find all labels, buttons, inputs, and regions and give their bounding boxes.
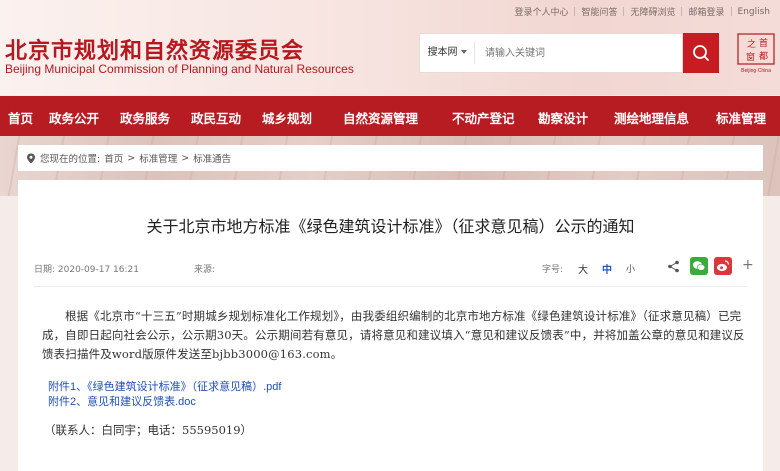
search-button[interactable] [683,33,719,73]
top-links: 登录个人中心 智能问答 无障碍浏览 邮箱登录 English [508,5,777,19]
breadcrumb-item-home[interactable]: 首页 [104,151,123,165]
nav-item-survey-design[interactable]: 勘察设计 [538,108,588,127]
svg-text:都: 都 [759,51,768,62]
search-input[interactable] [475,34,682,72]
main-nav: 首页 政务公开 政务服务 政民互动 城乡规划 自然资源管理 不动产登记 勘察设计… [0,96,780,136]
nav-item-urban-planning[interactable]: 城乡规划 [262,108,312,127]
article-title: 关于北京市地方标准《绿色建筑设计标准》（征求意见稿）公示的通知 [146,217,635,236]
top-link-login[interactable]: 登录个人中心 [508,5,574,18]
location-pin-icon [27,153,35,163]
breadcrumb-separator: > [127,152,136,164]
top-link-accessibility[interactable]: 无障碍浏览 [624,5,681,18]
site-subtitle: Beijing Municipal Commission of Planning… [5,62,354,76]
article-body: 根据《北京市“十三五”时期城乡规划标准化工作规划》，由我委组织编制的北京市地方标… [42,309,745,361]
breadcrumb-item-standards[interactable]: 标准管理 [139,151,177,165]
breadcrumb: 您现在的位置: 首页 > 标准管理 > 标准通告 [18,145,763,171]
divider [34,286,747,287]
top-link-mail[interactable]: 邮箱登录 [682,5,730,18]
nav-item-geoinfo[interactable]: 测绘地理信息 [614,108,689,127]
article-date: 日期: 2020-09-17 16:21 [34,265,139,275]
wechat-icon [692,261,706,271]
font-size-small-button[interactable]: 小 [626,262,635,275]
site-header: 登录个人中心 智能问答 无障碍浏览 邮箱登录 English 北京市规划和自然资… [0,0,780,95]
top-link-qa[interactable]: 智能问答 [575,5,623,18]
nav-item-standards[interactable]: 标准管理 [716,108,766,127]
search-scope-label: 搜本网 [427,47,458,58]
capital-window-logo[interactable]: 之 首 都 窗 Beijing·China [737,33,775,75]
svg-text:窗: 窗 [746,51,755,63]
contact-info: （联系人：白同宇；电话：55595019） [44,423,253,437]
font-size-medium-button[interactable]: 中 [602,261,612,276]
article-meta: 日期: 2020-09-17 16:21 来源: 字号: 大 中 小 + [34,257,764,276]
site-title[interactable]: 北京市规划和自然资源委员会 [5,33,304,65]
font-size-label: 字号: [542,265,564,275]
wechat-share-icon[interactable] [690,257,708,275]
breadcrumb-item-notices[interactable]: 标准通告 [193,151,231,165]
svg-text:之: 之 [747,38,756,50]
nav-item-gov-service[interactable]: 政务服务 [120,108,170,127]
nav-item-gov-open[interactable]: 政务公开 [49,108,99,127]
nav-item-home[interactable]: 首页 [8,108,33,127]
share-icon[interactable] [667,260,680,273]
weibo-icon [717,260,730,272]
breadcrumb-prefix: 您现在的位置: [40,154,101,165]
chevron-down-icon [460,50,467,54]
svg-text:Beijing·China: Beijing·China [741,68,771,74]
search-scope-select[interactable]: 搜本网 [420,42,475,64]
top-link-english[interactable]: English [732,7,777,17]
more-share-icon[interactable]: + [742,257,754,273]
article-source: 来源: [194,265,216,275]
article-card: 关于北京市地方标准《绿色建筑设计标准》（征求意见稿）公示的通知 日期: 2020… [18,180,763,471]
nav-item-interaction[interactable]: 政民互动 [191,108,241,127]
font-size-large-button[interactable]: 大 [578,261,588,276]
search-box: 搜本网 [419,33,683,73]
attachment-link-pdf[interactable]: 附件1、《绿色建筑设计标准》（征求意见稿）.pdf [48,378,281,394]
search-icon [693,45,709,61]
breadcrumb-separator: > [181,152,190,164]
nav-item-natural-resources[interactable]: 自然资源管理 [343,108,418,127]
weibo-share-icon[interactable] [714,257,732,275]
attachment-link-doc[interactable]: 附件2、意见和建议反馈表.doc [48,393,196,409]
svg-text:首: 首 [759,37,768,49]
nav-item-real-estate[interactable]: 不动产登记 [452,108,515,127]
